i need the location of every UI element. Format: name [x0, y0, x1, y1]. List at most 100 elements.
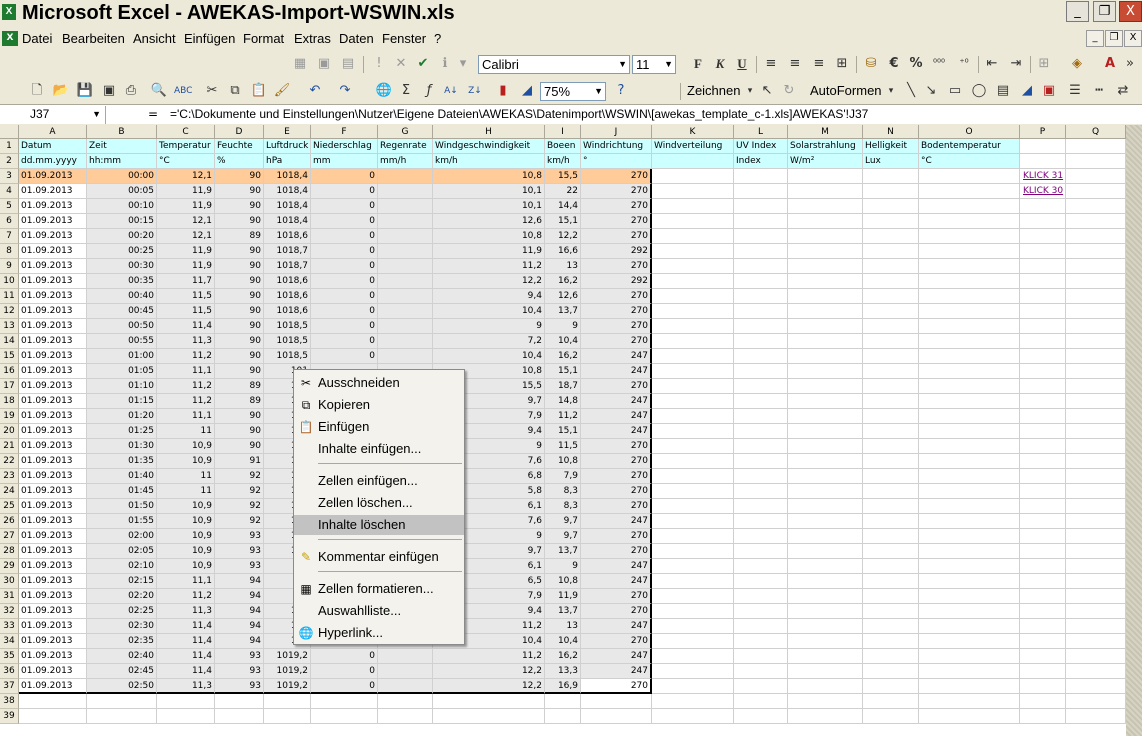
cell[interactable]: 247 [581, 349, 652, 364]
cell[interactable]: 14,4 [545, 199, 581, 214]
cell[interactable]: 10,9 [157, 529, 215, 544]
cell[interactable]: 270 [581, 589, 652, 604]
cell[interactable] [1066, 559, 1126, 574]
cell[interactable] [788, 274, 863, 289]
cell[interactable] [1066, 664, 1126, 679]
cell[interactable] [919, 244, 1020, 259]
cell[interactable]: 0 [311, 169, 378, 184]
cell[interactable] [788, 664, 863, 679]
align-left-icon[interactable]: ≡ [762, 55, 780, 73]
cell[interactable] [919, 559, 1020, 574]
cell[interactable] [788, 589, 863, 604]
cell[interactable]: 0 [311, 184, 378, 199]
row-header[interactable]: 1 [0, 139, 19, 154]
cell[interactable] [863, 319, 919, 334]
cell[interactable] [863, 274, 919, 289]
cell[interactable]: Index [734, 154, 788, 169]
autoshapes-chevron-icon[interactable]: ▾ [882, 82, 900, 100]
column-header-k[interactable]: K [652, 125, 734, 139]
cell[interactable]: 0 [311, 289, 378, 304]
cell[interactable] [734, 334, 788, 349]
cell[interactable] [652, 424, 734, 439]
cell[interactable]: 01.09.2013 [19, 649, 87, 664]
cell[interactable] [433, 709, 545, 724]
cell[interactable] [734, 694, 788, 709]
open-icon[interactable]: 📂 [52, 82, 70, 100]
cell[interactable]: 11,1 [157, 364, 215, 379]
cell[interactable] [919, 529, 1020, 544]
cell[interactable]: 94 [215, 634, 264, 649]
menu-format[interactable]: Format [243, 31, 284, 46]
cell[interactable]: 10,9 [157, 559, 215, 574]
cell[interactable]: 90 [215, 244, 264, 259]
row-header[interactable]: 11 [0, 289, 19, 304]
cell[interactable] [863, 229, 919, 244]
cell[interactable]: 247 [581, 394, 652, 409]
cell[interactable] [788, 469, 863, 484]
cell[interactable]: 01.09.2013 [19, 169, 87, 184]
cell[interactable] [1066, 244, 1126, 259]
cell[interactable]: hh:mm [87, 154, 157, 169]
cell[interactable] [863, 604, 919, 619]
cell[interactable]: 02:20 [87, 589, 157, 604]
cell[interactable] [652, 499, 734, 514]
cell[interactable]: 01:15 [87, 394, 157, 409]
column-header-b[interactable]: B [87, 125, 157, 139]
cell[interactable]: 01:55 [87, 514, 157, 529]
cell[interactable] [734, 364, 788, 379]
cell[interactable]: 92 [215, 484, 264, 499]
cell[interactable] [863, 184, 919, 199]
cell[interactable] [863, 424, 919, 439]
cell[interactable]: 01.09.2013 [19, 679, 87, 694]
cell[interactable] [1066, 544, 1126, 559]
cell[interactable]: 270 [581, 634, 652, 649]
cell[interactable] [1066, 514, 1126, 529]
cell[interactable] [652, 709, 734, 724]
cell[interactable]: 90 [215, 169, 264, 184]
cell[interactable]: 10,9 [157, 439, 215, 454]
cell[interactable]: 10,9 [157, 499, 215, 514]
cell[interactable]: 0 [311, 199, 378, 214]
cell[interactable]: 247 [581, 409, 652, 424]
trace-icon[interactable]: ✕ [392, 55, 410, 73]
cell[interactable] [734, 589, 788, 604]
cell[interactable]: 0 [311, 349, 378, 364]
menu-item-copy[interactable]: ⧉ Kopieren [294, 395, 464, 415]
cell[interactable] [1020, 664, 1066, 679]
cell[interactable] [652, 544, 734, 559]
cell[interactable] [788, 394, 863, 409]
cell[interactable] [919, 349, 1020, 364]
cell[interactable] [919, 619, 1020, 634]
cell[interactable]: 01.09.2013 [19, 514, 87, 529]
cell[interactable] [378, 334, 433, 349]
cell[interactable]: 11,5 [545, 439, 581, 454]
cell[interactable]: 90 [215, 214, 264, 229]
cell[interactable]: 1018,7 [264, 244, 311, 259]
align-center-icon[interactable]: ≡ [786, 55, 804, 73]
cell[interactable]: 11,1 [157, 409, 215, 424]
cell[interactable]: 270 [581, 214, 652, 229]
cell[interactable] [1066, 589, 1126, 604]
cell[interactable] [545, 709, 581, 724]
cell[interactable] [1020, 409, 1066, 424]
cell[interactable]: 9 [545, 319, 581, 334]
cell[interactable] [1066, 454, 1126, 469]
cell[interactable]: 11,4 [157, 319, 215, 334]
menu-item-insert-comment[interactable]: ✎ Kommentar einfügen [294, 547, 464, 567]
cell[interactable]: 14,8 [545, 394, 581, 409]
cell[interactable] [1020, 289, 1066, 304]
currency-icon[interactable]: ⛁ [862, 55, 880, 73]
cell[interactable] [652, 229, 734, 244]
dash-style-icon[interactable]: ┅ [1090, 82, 1108, 100]
cell[interactable]: 01.09.2013 [19, 664, 87, 679]
column-header-p[interactable]: P [1020, 125, 1066, 139]
cell[interactable]: 89 [215, 379, 264, 394]
merge-center-icon[interactable]: ⊞ [833, 55, 851, 73]
cell[interactable] [378, 289, 433, 304]
cell[interactable] [734, 619, 788, 634]
cell[interactable] [1020, 439, 1066, 454]
cell[interactable]: 11,4 [157, 634, 215, 649]
cell[interactable] [734, 484, 788, 499]
cell[interactable]: 0 [311, 664, 378, 679]
cell[interactable] [1066, 334, 1126, 349]
